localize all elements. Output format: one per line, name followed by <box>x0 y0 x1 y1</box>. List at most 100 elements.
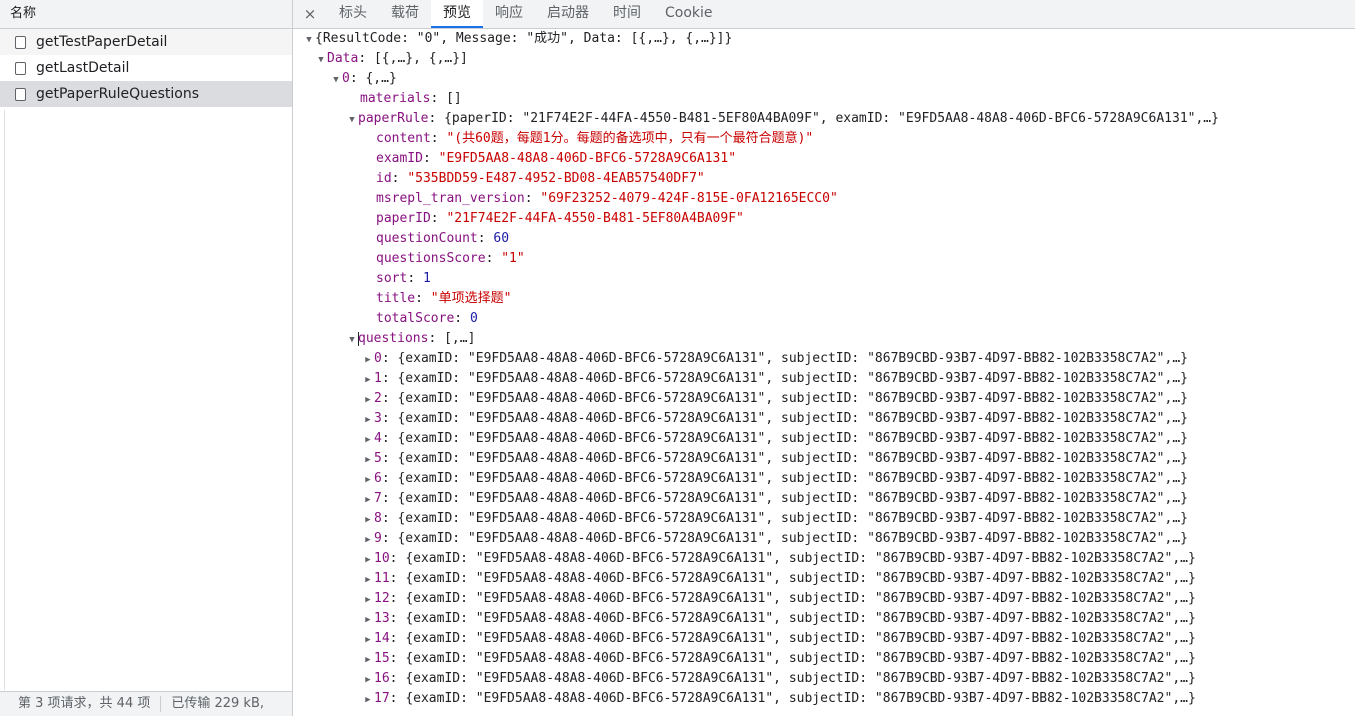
detail-tabbar: × 标头 载荷 预览 响应 启动器 时间 Cookie <box>293 0 1355 29</box>
field-key: title <box>376 291 416 306</box>
tree-node-data-0[interactable]: ▼ 0: {,…} <box>293 69 1355 89</box>
request-row-getPaperRuleQuestions[interactable]: getPaperRuleQuestions <box>0 81 292 107</box>
field-value: "1" <box>501 251 525 266</box>
node-summary: {examID: "E9FD5AA8-48A8-406D-BFC6-5728A9… <box>397 531 1188 546</box>
node-key: 16 <box>374 671 390 686</box>
request-row-getTestPaperDetail[interactable]: getTestPaperDetail <box>0 29 292 55</box>
tree-node-paperRule[interactable]: ▼ paperRule: {paperID: "21F74E2F-44FA-455… <box>293 109 1355 129</box>
request-name: getLastDetail <box>36 60 130 76</box>
collapsed-triangle-icon[interactable]: ▶ <box>362 610 374 630</box>
tab-cookies[interactable]: Cookie <box>653 0 725 28</box>
collapsed-triangle-icon[interactable]: ▶ <box>362 590 374 610</box>
collapsed-triangle-icon[interactable]: ▶ <box>362 530 374 550</box>
name-column-header[interactable]: 名称 <box>0 0 292 29</box>
expanded-triangle-icon[interactable]: ▼ <box>315 50 327 70</box>
expanded-triangle-icon[interactable]: ▼ <box>346 110 358 130</box>
tab-timing[interactable]: 时间 <box>601 0 653 28</box>
document-icon <box>15 87 26 101</box>
request-list-empty-area <box>4 110 292 690</box>
node-key: 2 <box>374 391 382 406</box>
expanded-triangle-icon[interactable]: ▼ <box>330 70 342 90</box>
collapsed-triangle-icon[interactable]: ▶ <box>362 450 374 470</box>
collapsed-triangle-icon[interactable]: ▶ <box>362 490 374 510</box>
node-key: questions <box>358 331 429 346</box>
node-key: 0 <box>374 351 382 366</box>
node-summary: {examID: "E9FD5AA8-48A8-406D-BFC6-5728A9… <box>397 351 1188 366</box>
tree-node-question[interactable]: ▶ 4: {examID: "E9FD5AA8-48A8-406D-BFC6-57… <box>293 429 1355 449</box>
tab-response[interactable]: 响应 <box>483 0 535 28</box>
node-summary: {examID: "E9FD5AA8-48A8-406D-BFC6-5728A9… <box>397 511 1188 526</box>
tree-node-question[interactable]: ▶ 9: {examID: "E9FD5AA8-48A8-406D-BFC6-57… <box>293 529 1355 549</box>
collapsed-triangle-icon[interactable]: ▶ <box>362 570 374 590</box>
collapsed-triangle-icon[interactable]: ▶ <box>362 690 374 710</box>
collapsed-triangle-icon[interactable]: ▶ <box>362 390 374 410</box>
tree-node-materials[interactable]: materials: [] <box>293 89 1355 109</box>
node-key: Data <box>327 51 359 66</box>
tree-node-question[interactable]: ▶ 8: {examID: "E9FD5AA8-48A8-406D-BFC6-57… <box>293 509 1355 529</box>
tab-initiator[interactable]: 启动器 <box>535 0 601 28</box>
tree-node-question[interactable]: ▶ 11: {examID: "E9FD5AA8-48A8-406D-BFC6-5… <box>293 569 1355 589</box>
node-summary: {examID: "E9FD5AA8-48A8-406D-BFC6-5728A9… <box>405 571 1196 586</box>
tree-node-questions[interactable]: ▼ questions: [,…] <box>293 329 1355 349</box>
tree-node-question[interactable]: ▶ 3: {examID: "E9FD5AA8-48A8-406D-BFC6-57… <box>293 409 1355 429</box>
tree-node-question[interactable]: ▶ 5: {examID: "E9FD5AA8-48A8-406D-BFC6-57… <box>293 449 1355 469</box>
tab-preview[interactable]: 预览 <box>431 0 483 28</box>
collapsed-triangle-icon[interactable]: ▶ <box>362 430 374 450</box>
node-summary: {examID: "E9FD5AA8-48A8-406D-BFC6-5728A9… <box>397 431 1188 446</box>
expanded-triangle-icon[interactable]: ▼ <box>346 330 358 350</box>
tree-field-paperID[interactable]: paperID: "21F74E2F-44FA-4550-B481-5EF80A… <box>293 209 1355 229</box>
tree-node-data[interactable]: ▼ Data: [{,…}, {,…}] <box>293 49 1355 69</box>
tree-field-totalScore[interactable]: totalScore: 0 <box>293 309 1355 329</box>
tree-node-question[interactable]: ▶ 16: {examID: "E9FD5AA8-48A8-406D-BFC6-5… <box>293 669 1355 689</box>
tree-node-question[interactable]: ▶ 1: {examID: "E9FD5AA8-48A8-406D-BFC6-57… <box>293 369 1355 389</box>
tree-field-questionCount[interactable]: questionCount: 60 <box>293 229 1355 249</box>
json-preview-tree: ▼ {ResultCode: "0", Message: "成功", Data: … <box>293 29 1355 716</box>
field-key: id <box>376 171 392 186</box>
tree-node-question[interactable]: ▶ 17: {examID: "E9FD5AA8-48A8-406D-BFC6-5… <box>293 689 1355 709</box>
tree-root-node[interactable]: ▼ {ResultCode: "0", Message: "成功", Data: … <box>293 29 1355 49</box>
collapsed-triangle-icon[interactable]: ▶ <box>362 630 374 650</box>
node-summary: {examID: "E9FD5AA8-48A8-406D-BFC6-5728A9… <box>405 691 1196 706</box>
tree-node-question[interactable]: ▶ 14: {examID: "E9FD5AA8-48A8-406D-BFC6-5… <box>293 629 1355 649</box>
node-key: 6 <box>374 471 382 486</box>
tree-node-question[interactable]: ▶ 12: {examID: "E9FD5AA8-48A8-406D-BFC6-5… <box>293 589 1355 609</box>
tree-field-sort[interactable]: sort: 1 <box>293 269 1355 289</box>
collapsed-triangle-icon[interactable]: ▶ <box>362 470 374 490</box>
tab-payload[interactable]: 载荷 <box>379 0 431 28</box>
collapsed-triangle-icon[interactable]: ▶ <box>362 410 374 430</box>
collapsed-triangle-icon[interactable]: ▶ <box>362 670 374 690</box>
expanded-triangle-icon[interactable]: ▼ <box>303 30 315 50</box>
collapsed-triangle-icon[interactable]: ▶ <box>362 650 374 670</box>
collapsed-triangle-icon[interactable]: ▶ <box>362 550 374 570</box>
tree-node-question[interactable]: ▶ 7: {examID: "E9FD5AA8-48A8-406D-BFC6-57… <box>293 489 1355 509</box>
request-row-getLastDetail[interactable]: getLastDetail <box>0 55 292 81</box>
node-key: 15 <box>374 651 390 666</box>
node-key: paperRule <box>358 111 429 126</box>
collapsed-triangle-icon[interactable]: ▶ <box>362 350 374 370</box>
tree-field-id[interactable]: id: "535BDD59-E487-4952-BD08-4EAB57540DF… <box>293 169 1355 189</box>
node-summary: {examID: "E9FD5AA8-48A8-406D-BFC6-5728A9… <box>397 451 1188 466</box>
tree-node-question[interactable]: ▶ 0: {examID: "E9FD5AA8-48A8-406D-BFC6-57… <box>293 349 1355 369</box>
tree-field-title[interactable]: title: "单项选择题" <box>293 289 1355 309</box>
tree-node-question[interactable]: ▶ 13: {examID: "E9FD5AA8-48A8-406D-BFC6-5… <box>293 609 1355 629</box>
tree-field-msrepl_tran_version[interactable]: msrepl_tran_version: "69F23252-4079-424F… <box>293 189 1355 209</box>
node-key: 3 <box>374 411 382 426</box>
node-summary: {examID: "E9FD5AA8-48A8-406D-BFC6-5728A9… <box>405 631 1196 646</box>
node-key: 17 <box>374 691 390 706</box>
close-icon[interactable]: × <box>293 5 327 23</box>
node-key: 10 <box>374 551 390 566</box>
tree-node-question[interactable]: ▶ 6: {examID: "E9FD5AA8-48A8-406D-BFC6-57… <box>293 469 1355 489</box>
collapsed-triangle-icon[interactable]: ▶ <box>362 510 374 530</box>
tree-node-question[interactable]: ▶ 2: {examID: "E9FD5AA8-48A8-406D-BFC6-57… <box>293 389 1355 409</box>
tree-node-question[interactable]: ▶ 15: {examID: "E9FD5AA8-48A8-406D-BFC6-5… <box>293 649 1355 669</box>
node-summary: {examID: "E9FD5AA8-48A8-406D-BFC6-5728A9… <box>397 471 1188 486</box>
tree-field-content[interactable]: content: "(共60题，每题1分。每题的备选项中，只有一个最符合题意)" <box>293 129 1355 149</box>
tree-field-questionsScore[interactable]: questionsScore: "1" <box>293 249 1355 269</box>
tree-node-question[interactable]: ▶ 10: {examID: "E9FD5AA8-48A8-406D-BFC6-5… <box>293 549 1355 569</box>
request-name: getTestPaperDetail <box>36 34 168 50</box>
field-value: 1 <box>422 271 431 286</box>
tab-headers[interactable]: 标头 <box>327 0 379 28</box>
tree-field-examID[interactable]: examID: "E9FD5AA8-48A8-406D-BFC6-5728A9C… <box>293 149 1355 169</box>
collapsed-triangle-icon[interactable]: ▶ <box>362 370 374 390</box>
node-key: 14 <box>374 631 390 646</box>
